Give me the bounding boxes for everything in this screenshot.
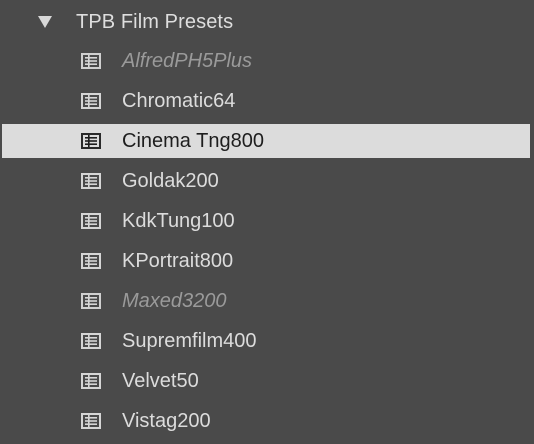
preset-item[interactable]: Chromatic64 — [0, 82, 534, 122]
preset-label: Chromatic64 — [122, 90, 236, 112]
preset-item[interactable]: KdkTung100 — [0, 202, 534, 242]
preset-icon — [81, 413, 101, 429]
preset-label: Maxed3200 — [122, 290, 227, 312]
preset-icon — [81, 293, 101, 309]
preset-item[interactable]: Cinema Tng800 — [0, 122, 534, 162]
preset-item[interactable]: Vistag200 — [0, 402, 534, 442]
preset-label: Goldak200 — [122, 170, 219, 192]
preset-item[interactable]: Supremfilm400 — [0, 322, 534, 362]
preset-item[interactable]: KPortrait800 — [0, 242, 534, 282]
preset-group-header[interactable]: TPB Film Presets — [0, 3, 534, 43]
preset-label: Cinema Tng800 — [122, 130, 264, 152]
preset-icon — [81, 133, 101, 149]
preset-icon — [81, 173, 101, 189]
preset-item[interactable]: AlfredPH5Plus — [0, 42, 534, 82]
preset-label: KPortrait800 — [122, 250, 234, 272]
preset-icon — [81, 373, 101, 389]
preset-label: Vistag200 — [122, 410, 211, 432]
disclosure-triangle-down-icon[interactable] — [38, 16, 52, 28]
preset-icon — [81, 213, 101, 229]
preset-item[interactable]: Goldak200 — [0, 162, 534, 202]
preset-icon — [81, 53, 101, 69]
preset-item[interactable]: Velvet50 — [0, 362, 534, 402]
preset-label: KdkTung100 — [122, 210, 235, 232]
preset-label: Supremfilm400 — [122, 330, 257, 352]
preset-label: AlfredPH5Plus — [122, 50, 253, 72]
preset-icon — [81, 93, 101, 109]
preset-icon — [81, 253, 101, 269]
preset-label: Velvet50 — [122, 370, 199, 392]
preset-group-label: TPB Film Presets — [76, 11, 234, 33]
preset-list: AlfredPH5Plus Chromatic64 Cinema Tng800 … — [0, 42, 534, 442]
presets-panel: TPB Film Presets AlfredPH5Plus Chromatic… — [0, 0, 534, 444]
preset-icon — [81, 333, 101, 349]
preset-item[interactable]: Maxed3200 — [0, 282, 534, 322]
